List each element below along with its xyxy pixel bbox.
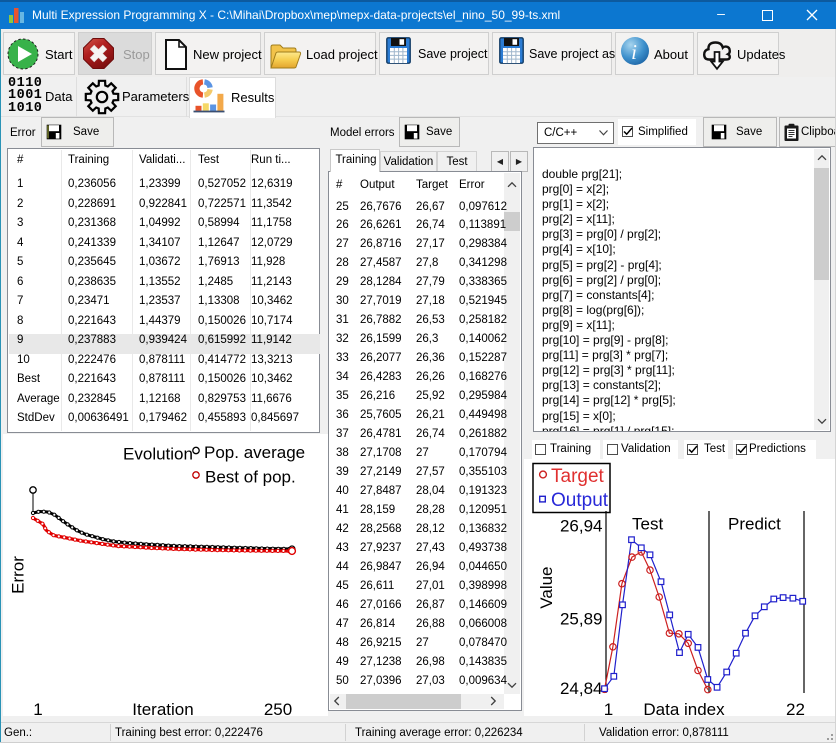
svg-text:Pop. average: Pop. average <box>204 443 305 462</box>
svg-text:Target: Target <box>551 466 605 487</box>
svg-text:1: 1 <box>33 700 42 716</box>
svg-text:25,89: 25,89 <box>560 610 603 629</box>
svg-text:Best of pop.: Best of pop. <box>205 468 296 487</box>
svg-text:250: 250 <box>264 700 292 716</box>
svg-text:Value: Value <box>537 566 556 608</box>
svg-text:1: 1 <box>604 700 613 716</box>
svg-text:Error: Error <box>9 556 28 594</box>
svg-text:Evolution: Evolution <box>123 445 193 464</box>
svg-text:i: i <box>631 40 637 64</box>
svg-text:24,84: 24,84 <box>560 679 603 698</box>
svg-text:Iteration: Iteration <box>132 700 193 716</box>
svg-text:Output: Output <box>551 490 609 511</box>
svg-text:22: 22 <box>786 700 805 716</box>
svg-text:Predict: Predict <box>728 515 781 534</box>
svg-text:26,94: 26,94 <box>560 517 603 536</box>
svg-text:Data index: Data index <box>643 700 725 716</box>
svg-text:Test: Test <box>632 515 663 534</box>
